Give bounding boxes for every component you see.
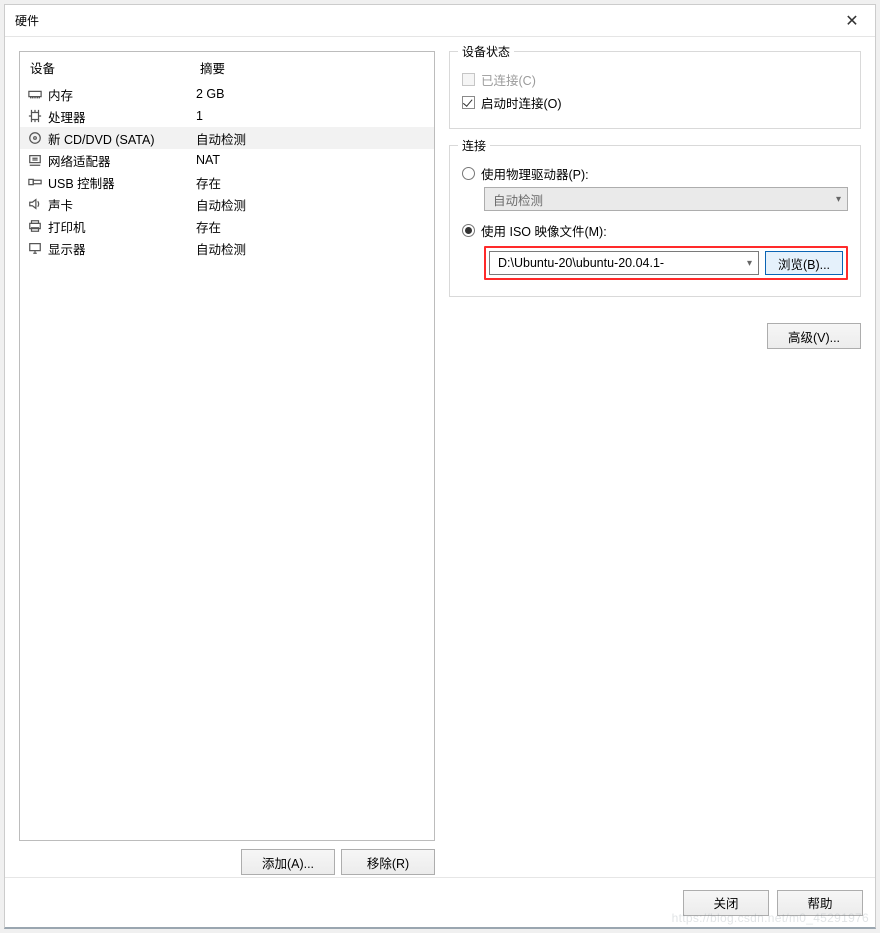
connect-on-power-row[interactable]: 启动时连接(O): [462, 93, 848, 112]
physical-drive-combo: 自动检测 ▾: [484, 187, 848, 211]
hardware-row[interactable]: USB 控制器存在: [20, 171, 434, 193]
hardware-row[interactable]: 新 CD/DVD (SATA)自动检测: [20, 127, 434, 149]
hardware-list-header: 设备 摘要: [20, 52, 434, 83]
hardware-device-summary: 自动检测: [196, 129, 428, 148]
close-button[interactable]: 关闭: [683, 890, 769, 916]
remove-hardware-button[interactable]: 移除(R): [341, 849, 435, 875]
window-close-button[interactable]: ✕: [829, 6, 875, 36]
chevron-down-icon: ▾: [836, 194, 841, 205]
connect-on-power-label: 启动时连接(O): [481, 93, 562, 112]
hardware-device-summary: 存在: [196, 173, 428, 192]
help-button[interactable]: 帮助: [777, 890, 863, 916]
use-physical-label: 使用物理驱动器(P):: [481, 164, 589, 183]
hardware-device-name: 声卡: [48, 195, 196, 214]
window-title: 硬件: [15, 12, 39, 29]
hardware-row[interactable]: 声卡自动检测: [20, 193, 434, 215]
memory-icon: [26, 85, 44, 103]
hardware-buttons: 添加(A)... 移除(R): [19, 849, 435, 875]
hardware-device-summary: 自动检测: [196, 195, 428, 214]
connected-label: 已连接(C): [481, 70, 536, 89]
dialog-footer: 关闭 帮助: [5, 877, 875, 927]
iso-highlighted-row: D:\Ubuntu-20\ubuntu-20.04.1- ▾ 浏览(B)...: [484, 246, 848, 280]
col-header-device: 设备: [30, 58, 200, 77]
chevron-down-icon: ▾: [747, 258, 752, 269]
iso-path-value: D:\Ubuntu-20\ubuntu-20.04.1-: [498, 256, 664, 270]
hardware-device-name: 显示器: [48, 239, 196, 258]
titlebar: 硬件 ✕: [5, 5, 875, 37]
physical-drive-value: 自动检测: [493, 190, 543, 209]
connection-legend: 连接: [458, 137, 490, 154]
use-iso-row[interactable]: 使用 ISO 映像文件(M):: [462, 221, 848, 240]
hardware-dialog: 硬件 ✕ 设备 摘要 内存2 GB处理器1新 CD/DVD (SATA)自动检测…: [4, 4, 876, 929]
use-physical-radio[interactable]: [462, 167, 475, 180]
hardware-device-name: 内存: [48, 85, 196, 104]
use-physical-row[interactable]: 使用物理驱动器(P):: [462, 164, 848, 183]
usb-icon: [26, 173, 44, 191]
hardware-row[interactable]: 打印机存在: [20, 215, 434, 237]
cpu-icon: [26, 107, 44, 125]
iso-path-combo[interactable]: D:\Ubuntu-20\ubuntu-20.04.1- ▾: [489, 251, 759, 275]
browse-button[interactable]: 浏览(B)...: [765, 251, 843, 275]
connected-checkbox-row: 已连接(C): [462, 70, 848, 89]
right-pane: 设备状态 已连接(C) 启动时连接(O) 连接 使用物理驱动器(P): 自动检测: [449, 51, 861, 877]
network-icon: [26, 151, 44, 169]
printer-icon: [26, 217, 44, 235]
hardware-row[interactable]: 显示器自动检测: [20, 237, 434, 259]
sound-icon: [26, 195, 44, 213]
display-icon: [26, 239, 44, 257]
hardware-device-name: 网络适配器: [48, 151, 196, 170]
hardware-device-name: 处理器: [48, 107, 196, 126]
hardware-row[interactable]: 处理器1: [20, 105, 434, 127]
connection-group: 连接 使用物理驱动器(P): 自动检测 ▾ 使用 ISO 映像文件(M): D:…: [449, 145, 861, 297]
left-pane: 设备 摘要 内存2 GB处理器1新 CD/DVD (SATA)自动检测网络适配器…: [19, 51, 435, 877]
hardware-device-summary: 1: [196, 109, 428, 123]
advanced-button[interactable]: 高级(V)...: [767, 323, 861, 349]
device-status-group: 设备状态 已连接(C) 启动时连接(O): [449, 51, 861, 129]
advanced-row: 高级(V)...: [449, 323, 861, 349]
close-icon: ✕: [845, 11, 858, 31]
hardware-device-name: 打印机: [48, 217, 196, 236]
hardware-row[interactable]: 网络适配器NAT: [20, 149, 434, 171]
connected-checkbox: [462, 73, 475, 86]
hardware-device-name: 新 CD/DVD (SATA): [48, 129, 196, 148]
hardware-device-summary: 存在: [196, 217, 428, 236]
add-hardware-button[interactable]: 添加(A)...: [241, 849, 335, 875]
use-iso-label: 使用 ISO 映像文件(M):: [481, 221, 607, 240]
connect-on-power-checkbox[interactable]: [462, 96, 475, 109]
hardware-device-summary: NAT: [196, 153, 428, 167]
hardware-list[interactable]: 设备 摘要 内存2 GB处理器1新 CD/DVD (SATA)自动检测网络适配器…: [19, 51, 435, 841]
hardware-device-name: USB 控制器: [48, 173, 196, 192]
hardware-device-summary: 2 GB: [196, 87, 428, 101]
hardware-device-summary: 自动检测: [196, 239, 428, 258]
col-header-summary: 摘要: [200, 58, 428, 77]
hardware-row[interactable]: 内存2 GB: [20, 83, 434, 105]
device-status-legend: 设备状态: [458, 43, 514, 60]
use-iso-radio[interactable]: [462, 224, 475, 237]
dialog-body: 设备 摘要 内存2 GB处理器1新 CD/DVD (SATA)自动检测网络适配器…: [5, 37, 875, 877]
disc-icon: [26, 129, 44, 147]
